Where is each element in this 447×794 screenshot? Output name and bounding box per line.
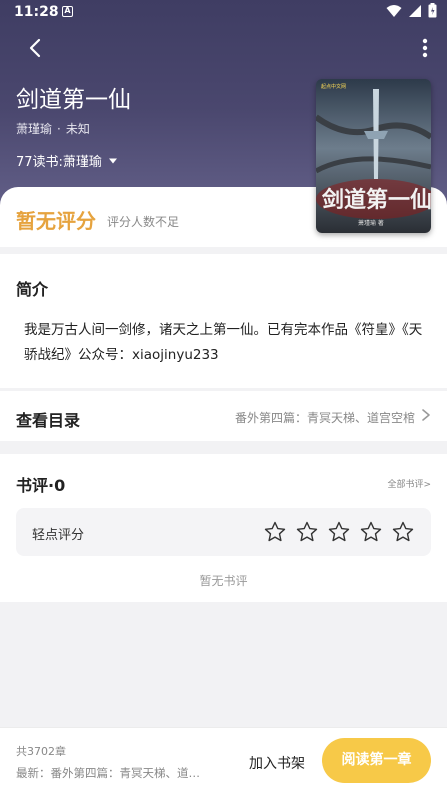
star-icon[interactable] xyxy=(295,520,319,544)
status-time: 11:28 xyxy=(14,4,59,20)
cover-author: 萧瑾瑜 著 xyxy=(358,219,384,227)
battery-icon xyxy=(428,3,437,18)
chevron-right-icon xyxy=(422,409,430,421)
chevron-left-icon xyxy=(29,38,41,58)
cover-artwork: 起点中文网 剑道第一仙 萧瑾瑜 著 xyxy=(316,79,431,233)
rating-note: 评分人数不足 xyxy=(107,215,180,229)
reviews-empty-text: 暂无书评 xyxy=(199,574,248,588)
source-label: 77读书:萧瑾瑜 xyxy=(16,155,102,170)
book-meta: 萧瑾瑜 · 未知 xyxy=(16,122,90,136)
signal-icon xyxy=(409,4,421,17)
book-status: 未知 xyxy=(65,122,90,136)
status-bar: 11:28 A xyxy=(0,0,447,26)
bottom-bar: 共3702章 最新：番外第四篇：青冥天梯、道… 加入书架 阅读第一章 xyxy=(0,727,447,794)
all-reviews-link[interactable]: 全部书评> xyxy=(387,477,431,490)
add-to-shelf-button[interactable]: 加入书架 xyxy=(249,753,305,773)
intro-section: 简介 我是万古人间一剑修，诸天之上第一仙。已有完本作品《符皇》《天骄战纪》公众号… xyxy=(0,254,447,388)
cover-title: 剑道第一仙 xyxy=(321,187,431,213)
caret-down-icon xyxy=(108,158,117,163)
star-icon[interactable] xyxy=(327,520,351,544)
toc-row[interactable]: 查看目录 番外第四篇：青冥天梯、道宫空棺 xyxy=(0,391,447,441)
cover-publisher: 起点中文网 xyxy=(321,83,346,90)
toc-latest-chapter: 番外第四篇：青冥天梯、道宫空棺 xyxy=(234,411,415,425)
more-options-button[interactable] xyxy=(417,34,433,62)
star-icon[interactable] xyxy=(359,520,383,544)
reviews-section: 书评·0 全部书评> 轻点评分 暂无书评 xyxy=(0,454,447,602)
rating-headline: 暂无评分 xyxy=(16,209,96,233)
chapter-count: 共3702章 xyxy=(16,745,66,758)
toc-heading: 查看目录 xyxy=(16,411,81,430)
reviews-heading: 书评·0 xyxy=(16,476,66,495)
book-title: 剑道第一仙 xyxy=(16,87,131,113)
book-cover[interactable]: 起点中文网 剑道第一仙 萧瑾瑜 著 xyxy=(316,79,431,233)
back-button[interactable] xyxy=(22,34,50,62)
intro-heading: 简介 xyxy=(16,280,49,299)
source-selector[interactable]: 77读书:萧瑾瑜 xyxy=(16,151,118,170)
rate-label: 轻点评分 xyxy=(32,528,85,543)
star-rating[interactable] xyxy=(263,520,415,544)
star-icon[interactable] xyxy=(263,520,287,544)
rate-box: 轻点评分 xyxy=(16,508,431,556)
notification-icon: A xyxy=(62,6,73,17)
book-author[interactable]: 萧瑾瑜 xyxy=(16,122,52,136)
read-first-chapter-button[interactable]: 阅读第一章 xyxy=(322,738,431,783)
intro-text[interactable]: 我是万古人间一剑修，诸天之上第一仙。已有完本作品《符皇》《天骄战纪》公众号：xi… xyxy=(24,318,424,368)
latest-chapter: 最新：番外第四篇：青冥天梯、道… xyxy=(16,766,200,780)
star-icon[interactable] xyxy=(391,520,415,544)
wifi-icon xyxy=(386,4,402,17)
more-vertical-icon xyxy=(422,38,428,58)
